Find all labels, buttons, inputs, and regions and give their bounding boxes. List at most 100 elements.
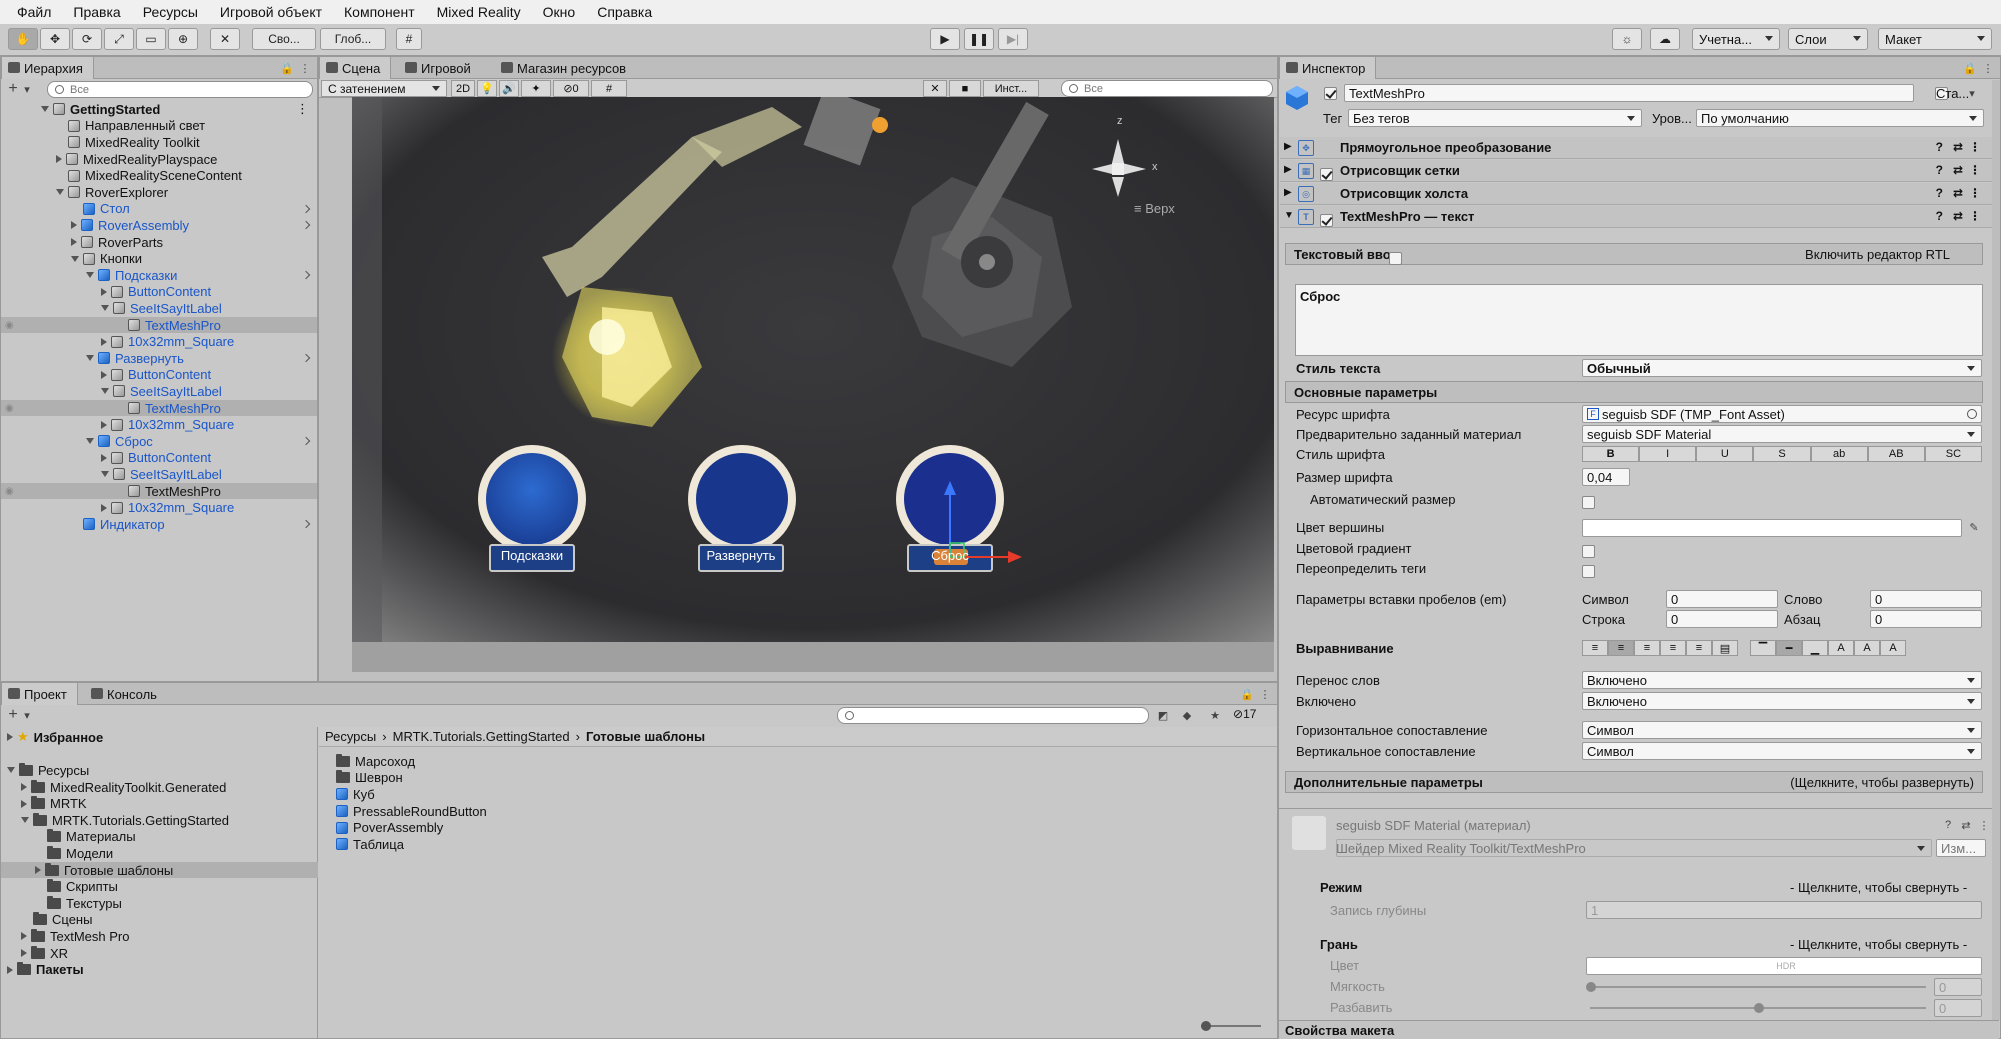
auto-size-checkbox[interactable] bbox=[1582, 495, 1595, 509]
hierarchy-row[interactable]: TextMeshPro ◉ bbox=[1, 316, 317, 334]
hierarchy-row[interactable]: Сброс bbox=[1, 433, 317, 450]
align-geometry-icon[interactable]: ▤ bbox=[1712, 640, 1738, 656]
tab-console[interactable]: Консоль bbox=[85, 683, 167, 705]
tools-overlay-toggle[interactable]: ✕ bbox=[923, 80, 947, 97]
breadcrumb-item[interactable]: Готовые шаблоны bbox=[586, 729, 705, 744]
breadcrumb-item[interactable]: Ресурсы bbox=[325, 729, 376, 744]
gizmos-dropdown[interactable]: Инст... bbox=[983, 80, 1039, 97]
asset-list-item[interactable]: PressableRoundButton bbox=[336, 803, 487, 820]
softness-input[interactable]: 0 bbox=[1934, 978, 1982, 996]
help-icon[interactable]: ? bbox=[1936, 140, 1943, 154]
menu-item[interactable]: Справка bbox=[586, 4, 663, 20]
object-picker-icon[interactable] bbox=[1967, 409, 1977, 419]
align-justify-icon[interactable]: ≡ bbox=[1660, 640, 1686, 656]
chevron-right-icon[interactable]: ▶ bbox=[1284, 187, 1292, 198]
slider-handle[interactable] bbox=[1201, 1021, 1211, 1031]
eyedropper-icon[interactable]: ✎ bbox=[1966, 519, 1982, 535]
move-tool-button[interactable]: ✥ bbox=[40, 28, 70, 50]
scale-tool-button[interactable]: ⤢ bbox=[104, 28, 134, 50]
hierarchy-row[interactable]: SeeItSayItLabel bbox=[1, 466, 317, 483]
hierarchy-row[interactable]: SeeItSayItLabel bbox=[1, 300, 317, 317]
font-size-input[interactable]: 0,04 bbox=[1582, 468, 1630, 486]
gizmo-axis-x[interactable]: x bbox=[1152, 161, 1158, 173]
depth-write-input[interactable]: 1 bbox=[1586, 901, 1982, 919]
more-icon[interactable]: ⋮ bbox=[296, 101, 309, 117]
component-header[interactable]: ▶ ▦ Отрисовщик сетки? ⇄ ⋮ bbox=[1280, 160, 1995, 182]
text-style-dropdown[interactable]: Обычный bbox=[1582, 359, 1982, 377]
layout-dropdown[interactable]: Макет bbox=[1878, 28, 1992, 50]
menu-item[interactable]: Игровой объект bbox=[209, 4, 333, 20]
preset-icon[interactable]: ⇄ bbox=[1953, 163, 1963, 177]
align-capline-icon[interactable]: A bbox=[1880, 640, 1906, 656]
dilate-input[interactable]: 0 bbox=[1934, 999, 1982, 1017]
hierarchy-row[interactable]: 10x32mm_Square bbox=[1, 416, 317, 433]
component-enabled-checkbox[interactable] bbox=[1320, 168, 1333, 181]
chevron-right-icon[interactable]: ▶ bbox=[1284, 164, 1292, 175]
layout-properties-bar[interactable]: Свойства макета bbox=[1279, 1020, 1999, 1039]
hierarchy-row[interactable]: Кнопки bbox=[1, 250, 317, 267]
chevron-right-icon[interactable] bbox=[101, 337, 107, 346]
chevron-right-icon[interactable] bbox=[301, 354, 311, 363]
hierarchy-row[interactable]: RoverAssembly bbox=[1, 217, 317, 234]
chevron-down-icon[interactable] bbox=[86, 355, 94, 362]
chevron-right-icon[interactable] bbox=[71, 238, 77, 247]
hierarchy-row[interactable]: Развернуть bbox=[1, 350, 317, 367]
vertex-color-field[interactable] bbox=[1582, 519, 1962, 537]
lock-icon[interactable]: 🔒 bbox=[1239, 686, 1255, 702]
tab-inspector[interactable]: Инспектор bbox=[1279, 57, 1377, 79]
chevron-right-icon[interactable] bbox=[101, 370, 107, 379]
component-enabled-checkbox[interactable] bbox=[1320, 214, 1333, 227]
preset-icon[interactable]: ⇄ bbox=[1958, 817, 1974, 833]
object-name-input[interactable]: TextMeshPro bbox=[1344, 84, 1914, 102]
rect-tool-button[interactable]: ▭ bbox=[136, 28, 166, 50]
cloud-button[interactable]: ☁ bbox=[1650, 28, 1680, 50]
text-area[interactable]: Сброс bbox=[1295, 284, 1983, 356]
pause-button[interactable]: ❚❚ bbox=[964, 28, 994, 50]
transform-tool-button[interactable]: ⊕ bbox=[168, 28, 198, 50]
hierarchy-row[interactable]: Индикатор bbox=[1, 516, 317, 533]
align-bottom-icon[interactable]: ▁ bbox=[1802, 640, 1828, 656]
tab-game[interactable]: Игровой bbox=[399, 57, 481, 79]
paragraph-spacing-input[interactable]: 0 bbox=[1870, 610, 1982, 628]
hierarchy-row[interactable]: 10x32mm_Square bbox=[1, 333, 317, 350]
chevron-right-icon[interactable] bbox=[71, 221, 77, 230]
breadcrumb-item[interactable]: MRTK.Tutorials.GettingStarted bbox=[393, 729, 570, 744]
chevron-right-icon[interactable] bbox=[56, 155, 62, 164]
play-button[interactable]: ▶ bbox=[930, 28, 960, 50]
font-style-button[interactable]: S bbox=[1753, 446, 1811, 462]
project-search-input[interactable] bbox=[837, 707, 1149, 724]
scene-viewport[interactable]: z x ≡ Верх Подсказки Развернуть Сброс bbox=[352, 97, 1274, 672]
extra-settings-section[interactable]: Дополнительные параметры (Щелкните, чтоб… bbox=[1285, 771, 1983, 793]
asset-list-item[interactable]: Куб bbox=[336, 786, 375, 803]
slider-handle[interactable] bbox=[1754, 1003, 1764, 1013]
audio-toggle[interactable]: 🔊 bbox=[499, 80, 519, 97]
face-color-field[interactable]: HDR bbox=[1586, 957, 1982, 975]
asset-list-item[interactable]: Марсоход bbox=[336, 753, 415, 770]
font-style-button[interactable]: ab bbox=[1810, 446, 1868, 462]
snap-button[interactable]: # bbox=[396, 28, 422, 50]
tab-asset-store[interactable]: Магазин ресурсов bbox=[495, 57, 636, 79]
chevron-right-icon[interactable] bbox=[101, 453, 107, 462]
custom-tool-button[interactable]: ✕ bbox=[210, 28, 240, 50]
more-icon[interactable]: ⋮ bbox=[1969, 163, 1981, 177]
mode-collapse-hint[interactable]: - Щелкните, чтобы свернуть - bbox=[1790, 880, 1967, 895]
menu-item[interactable]: Компонент bbox=[333, 4, 426, 20]
visibility-eye-icon[interactable]: ◉ bbox=[5, 403, 14, 414]
scene-search-input[interactable]: Все bbox=[1061, 80, 1273, 97]
chevron-right-icon[interactable] bbox=[301, 520, 311, 529]
global-toggle-button[interactable]: Глоб... bbox=[320, 28, 386, 50]
hierarchy-row[interactable]: TextMeshPro ◉ bbox=[1, 482, 317, 500]
chevron-right-icon[interactable]: ▶ bbox=[1284, 141, 1292, 152]
hierarchy-row[interactable]: Направленный свет bbox=[1, 118, 317, 135]
preset-icon[interactable]: ⇄ bbox=[1953, 186, 1963, 200]
hierarchy-row[interactable]: ButtonContent bbox=[1, 450, 317, 467]
align-flush-icon[interactable]: ≡ bbox=[1686, 640, 1712, 656]
component-header[interactable]: ▶ ◎ Отрисовщик холста? ⇄ ⋮ bbox=[1280, 183, 1995, 205]
hierarchy-row[interactable]: TextMeshPro ◉ bbox=[1, 399, 317, 417]
visibility-eye-icon[interactable]: ◉ bbox=[5, 486, 14, 497]
visibility-eye-icon[interactable]: ◉ bbox=[5, 320, 14, 331]
help-icon[interactable]: ? bbox=[1936, 163, 1943, 177]
asset-list-item[interactable]: Таблица bbox=[336, 836, 404, 853]
rotate-tool-button[interactable]: ⟳ bbox=[72, 28, 102, 50]
account-dropdown[interactable]: Учетна... bbox=[1692, 28, 1780, 50]
